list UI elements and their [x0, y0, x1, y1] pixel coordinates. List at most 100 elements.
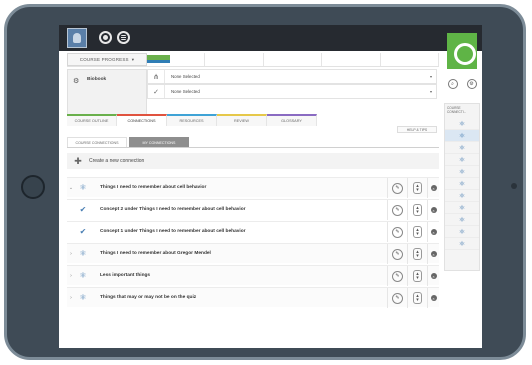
reorder-icon: ▴ ▾	[413, 204, 422, 216]
edit-button[interactable]: ✎	[387, 222, 407, 242]
rail-connection-icon[interactable]: ⚛	[445, 118, 479, 130]
rail-connection-icon[interactable]: ⚛	[445, 154, 479, 166]
unit-select[interactable]: ⋔ None Selected ▾	[147, 69, 437, 84]
delete-button[interactable]: ×	[427, 178, 439, 198]
tab-glossary[interactable]: GLOSSARY	[267, 114, 317, 126]
reorder-button[interactable]: ▴ ▾	[407, 244, 427, 264]
edit-button[interactable]: ✎	[387, 266, 407, 286]
chevron-icon[interactable]: ⌄	[67, 185, 75, 191]
check-icon: ✓	[153, 88, 159, 96]
chevron-icon[interactable]: ›	[67, 273, 75, 279]
divider	[67, 147, 439, 148]
delete-button[interactable]: ×	[427, 200, 439, 220]
network-icon: ⚛	[79, 249, 87, 258]
connection-row[interactable]: ✔ Concept 1 under Things I need to rememb…	[67, 221, 439, 242]
concept-select[interactable]: ✓ None Selected ▾	[147, 84, 437, 99]
connection-row[interactable]: ⌄ ⚛ Things I need to remember about cell b…	[67, 177, 439, 198]
chevron-down-icon: ▾	[131, 56, 135, 62]
pencil-icon: ✎	[392, 248, 403, 260]
connection-row[interactable]: › ⚛ Things that may or may not be on the q…	[67, 287, 439, 308]
app-screen: COURSE PROGRESS ▾ ⚙ Biobook ⋔ None Selec…	[59, 25, 482, 348]
edit-button[interactable]: ✎	[387, 288, 407, 308]
edit-button[interactable]: ✎	[387, 244, 407, 264]
connection-label: Concept 1 under Things I need to remembe…	[100, 229, 246, 234]
tablet-frame: COURSE PROGRESS ▾ ⚙ Biobook ⋔ None Selec…	[4, 4, 526, 360]
progress-cell	[205, 53, 264, 66]
course-progress-dropdown[interactable]: COURSE PROGRESS ▾	[67, 53, 147, 66]
menu-icon[interactable]	[117, 31, 130, 44]
rail-connection-icon[interactable]: ⚛	[445, 130, 479, 142]
check-icon: ✔	[79, 227, 87, 236]
reorder-button[interactable]: ▴ ▾	[407, 222, 427, 242]
close-icon: ×	[430, 251, 437, 257]
tab-review[interactable]: REVIEW	[217, 114, 267, 126]
network-icon: ⋔	[153, 73, 159, 81]
progress-cell	[264, 53, 323, 66]
reorder-button[interactable]: ▴ ▾	[407, 200, 427, 220]
reorder-button[interactable]: ▴ ▾	[407, 288, 427, 308]
connection-row[interactable]: ✔ Concept 2 under Things I need to rememb…	[67, 199, 439, 220]
rail-connection-icon[interactable]: ⚛	[445, 178, 479, 190]
reorder-button[interactable]: ▴ ▾	[407, 178, 427, 198]
row-actions: ✎ ▴ ▾ ×	[387, 266, 439, 286]
delete-button[interactable]: ×	[427, 266, 439, 286]
progress-cell	[147, 53, 206, 66]
avatar[interactable]	[67, 28, 87, 48]
help-tips-label: HELP & TIPS	[406, 127, 428, 132]
plus-icon: ✚	[74, 155, 82, 166]
rail-connection-icon[interactable]: ⚛	[445, 166, 479, 178]
tab-connections[interactable]: CONNECTIONS	[117, 114, 167, 126]
module-selector[interactable]: ⚙ Biobook	[67, 69, 147, 117]
rail-title: COURSE CONNECTI...	[447, 106, 467, 114]
rail-connection-icon[interactable]: ⚛	[445, 190, 479, 202]
chevron-icon[interactable]: ›	[67, 251, 75, 257]
target-icon[interactable]	[99, 31, 112, 44]
network-icon: ⚛	[79, 271, 87, 280]
camera-dot	[511, 183, 517, 189]
module-label: Biobook	[87, 77, 107, 82]
delete-button[interactable]: ×	[427, 222, 439, 242]
unit-select-value: None Selected	[164, 70, 426, 83]
pencil-icon: ✎	[392, 292, 403, 304]
reorder-button[interactable]: ▴ ▾	[407, 266, 427, 286]
settings-icon[interactable]: ⚙	[466, 79, 477, 89]
app-logo[interactable]	[447, 33, 477, 69]
tab-resources[interactable]: RESOURCES	[167, 114, 217, 126]
chevron-down-icon: ▾	[429, 89, 432, 94]
edit-button[interactable]: ✎	[387, 178, 407, 198]
rail-connection-icon[interactable]: ⚛	[445, 214, 479, 226]
rail-connection-icon[interactable]: ⚛	[445, 226, 479, 238]
create-connection-button[interactable]: ✚ Create a new connection	[67, 153, 439, 169]
help-tips-button[interactable]: HELP & TIPS	[397, 126, 437, 133]
progress-cell	[322, 53, 381, 66]
rail-connection-icon[interactable]: ⚛	[445, 142, 479, 154]
chevron-icon[interactable]: ›	[67, 295, 75, 301]
pencil-icon: ✎	[392, 226, 403, 238]
rail-connection-icon[interactable]: ⚛	[445, 238, 479, 250]
progress-cell	[381, 53, 440, 66]
course-connections-rail: COURSE CONNECTI... ⚛ ⚛ ⚛ ⚛ ⚛ ⚛ ⚛ ⚛ ⚛ ⚛ ⚛	[444, 103, 480, 271]
top-bar	[59, 25, 482, 51]
close-icon: ×	[430, 295, 437, 301]
reorder-icon: ▴ ▾	[413, 270, 422, 282]
pencil-icon: ✎	[392, 182, 403, 194]
concept-select-value: None Selected	[164, 85, 426, 98]
module-logo-icon: ⚙	[73, 78, 80, 85]
reorder-icon: ▴ ▾	[413, 248, 422, 260]
connection-row[interactable]: › ⚛ Things I need to remember about Gregor…	[67, 243, 439, 264]
connection-row[interactable]: › ⚛ Less important things ✎ ▴ ▾ ×	[67, 265, 439, 286]
main-tabs: COURSE OUTLINE CONNECTIONS RESOURCES REVIEW…	[67, 114, 319, 126]
connection-label: Things that may or may not be on the qui…	[100, 295, 197, 300]
delete-button[interactable]: ×	[427, 288, 439, 308]
close-icon: ×	[430, 229, 437, 235]
edit-button[interactable]: ✎	[387, 200, 407, 220]
pencil-icon: ✎	[392, 270, 403, 282]
rail-connection-icon[interactable]: ⚛	[445, 202, 479, 214]
delete-button[interactable]: ×	[427, 244, 439, 264]
connection-list: ⌄ ⚛ Things I need to remember about cell b…	[67, 177, 439, 309]
home-button[interactable]	[21, 175, 45, 199]
chevron-down-icon: ▾	[429, 74, 432, 79]
tab-course-outline[interactable]: COURSE OUTLINE	[67, 114, 117, 126]
search-icon[interactable]: ⌕	[447, 79, 458, 89]
network-icon: ⚛	[79, 293, 87, 302]
